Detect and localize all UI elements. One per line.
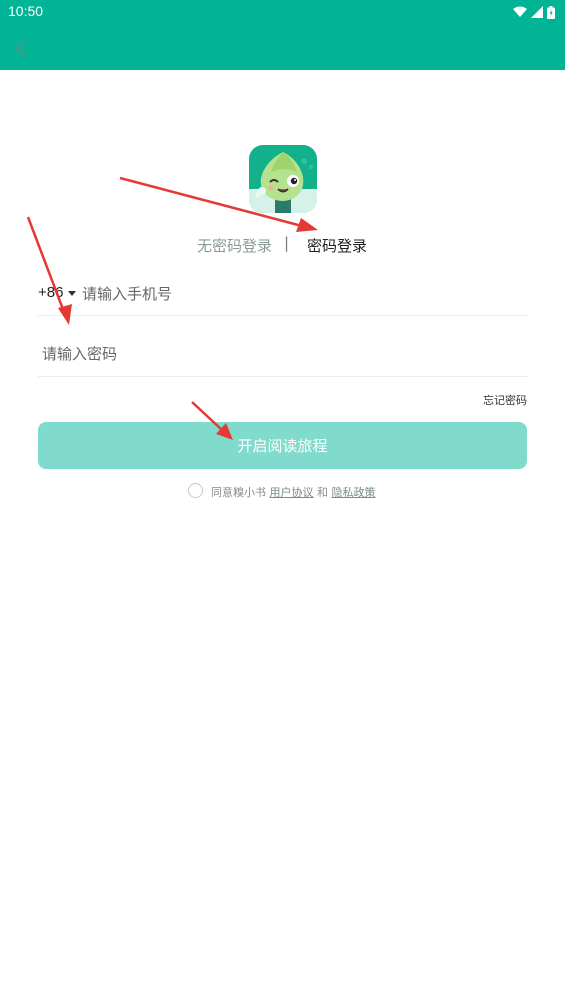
agreement-and: 和 [317,486,328,499]
dropdown-caret-icon[interactable] [68,291,76,296]
tab-separator: | [284,234,290,252]
status-bar: 10:50 [0,0,565,24]
toolbar [0,24,565,70]
system-icons [513,4,555,20]
password-row [38,338,527,377]
agreement-prefix: 同意糗小书 [211,486,266,499]
app-logo [249,145,317,213]
cellular-signal-icon [531,6,543,18]
forgot-password-link[interactable]: 忘记密码 [483,392,527,408]
privacy-policy-link[interactable]: 隐私政策 [332,486,376,499]
login-mode-tabs: 无密码登录 | 密码登录 [0,234,565,259]
user-agreement-link[interactable]: 用户协议 [270,486,314,499]
tab-password-login[interactable]: 密码登录 [307,235,367,256]
battery-icon [547,5,555,19]
agreement-text: 同意糗小书 用户协议 和 隐私政策 [211,484,376,500]
start-reading-button[interactable]: 开启阅读旅程 [38,422,527,469]
wifi-icon [513,6,527,17]
agreement-checkbox[interactable] [188,483,203,498]
status-time: 10:50 [8,3,44,19]
phone-input[interactable] [82,283,522,305]
password-input[interactable] [42,343,522,365]
agreement-row: 同意糗小书 用户协议 和 隐私政策 [0,483,565,501]
phone-row: +86 [38,278,527,316]
back-arrow-icon[interactable] [10,36,34,60]
tab-passwordless-login[interactable]: 无密码登录 [197,235,272,256]
country-code-selector[interactable]: +86 [38,284,63,301]
